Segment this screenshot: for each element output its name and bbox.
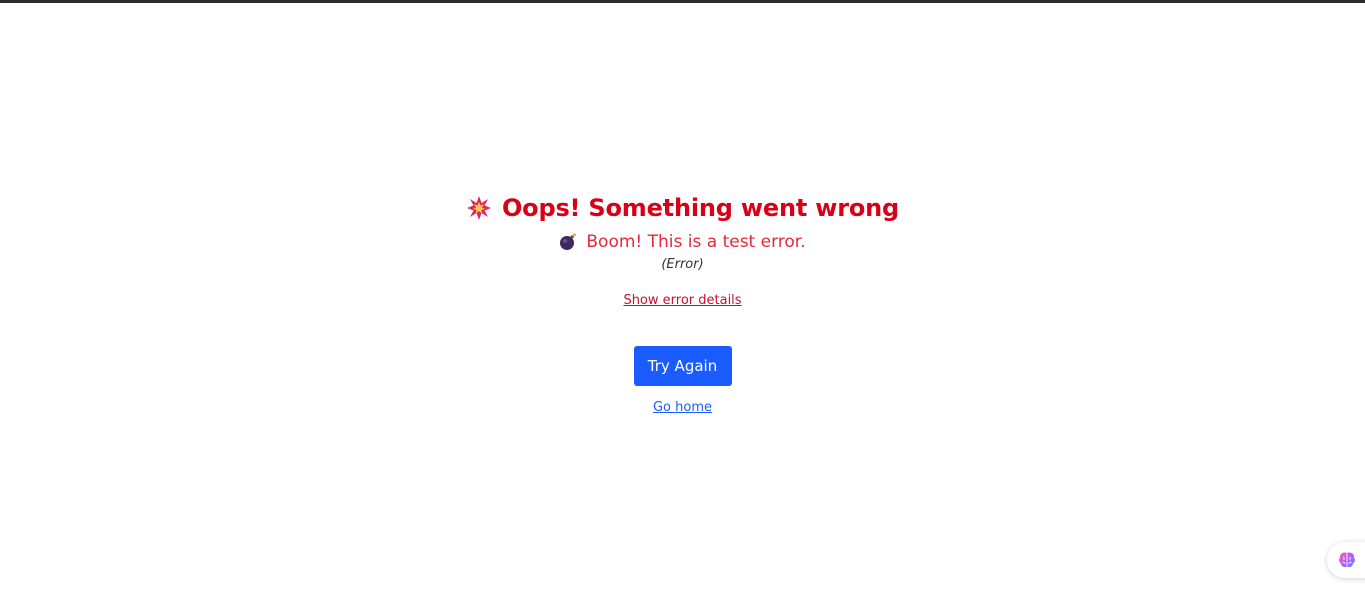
go-home-link[interactable]: Go home [653, 399, 712, 417]
message-row: Boom! This is a test error. [0, 226, 1365, 256]
bomb-icon [560, 233, 577, 250]
assistant-button[interactable] [1327, 542, 1365, 578]
error-message: Boom! This is a test error. [586, 232, 806, 252]
brain-icon [1339, 552, 1355, 568]
error-boundary: Oops! Something went wrong Boom! This is… [0, 190, 1365, 417]
error-type: (Error) [661, 257, 704, 272]
title-row: Oops! Something went wrong [0, 190, 1365, 226]
try-again-button[interactable]: Try Again [633, 346, 732, 386]
top-border [0, 0, 1365, 3]
error-title: Oops! Something went wrong [501, 194, 900, 222]
show-error-details-link[interactable]: Show error details [623, 292, 741, 310]
collision-icon [466, 196, 491, 220]
